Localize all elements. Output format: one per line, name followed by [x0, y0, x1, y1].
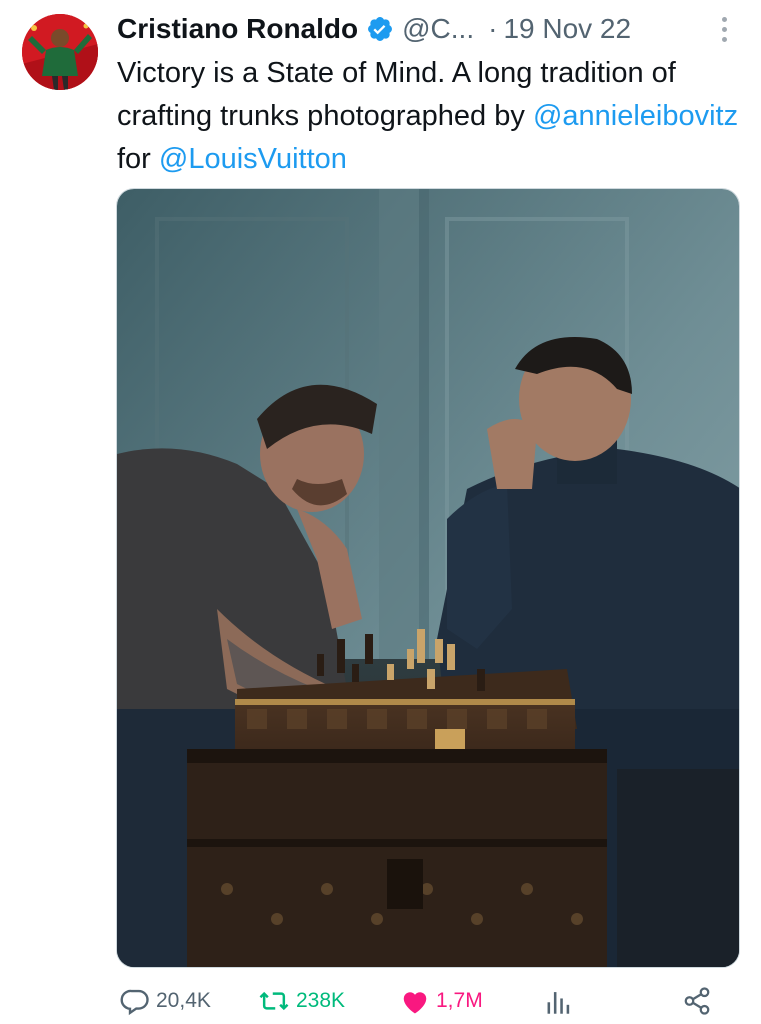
heart-icon	[400, 987, 430, 1015]
tweet-text: Victory is a State of Mind. A long tradi…	[117, 52, 747, 181]
share-icon	[682, 986, 712, 1016]
author-avatar[interactable]	[22, 14, 98, 90]
reply-count: 20,4K	[156, 989, 211, 1012]
views-bar-chart-icon	[546, 987, 572, 1015]
views-button[interactable]	[546, 983, 572, 1019]
tweet-text-part: for	[117, 143, 159, 175]
share-button[interactable]	[682, 983, 712, 1019]
tweet-actions: 20,4K 238K 1,7M	[116, 983, 740, 1019]
retweet-button[interactable]: 238K	[258, 983, 345, 1019]
mention-link[interactable]: @annieleibovitz	[533, 100, 738, 132]
tweet-header: Cristiano Ronaldo @C... · 19 Nov 22	[117, 10, 739, 48]
tweet: Cristiano Ronaldo @C... · 19 Nov 22 Vict…	[0, 0, 761, 1024]
reply-icon	[120, 986, 150, 1016]
more-options-icon[interactable]	[709, 14, 739, 44]
author-name[interactable]: Cristiano Ronaldo	[117, 13, 358, 45]
retweet-count: 238K	[296, 989, 346, 1012]
reply-button[interactable]: 20,4K	[120, 983, 211, 1019]
mention-link[interactable]: @LouisVuitton	[159, 143, 347, 175]
separator-dot: ·	[488, 13, 498, 44]
like-count: 1,7M	[436, 989, 483, 1012]
author-handle[interactable]: @C...	[402, 13, 474, 45]
tweet-date[interactable]: 19 Nov 22	[503, 13, 631, 45]
retweet-icon	[258, 986, 290, 1016]
verified-badge-icon	[366, 15, 394, 43]
like-button[interactable]: 1,7M	[400, 983, 483, 1019]
tweet-photo[interactable]	[116, 188, 740, 968]
